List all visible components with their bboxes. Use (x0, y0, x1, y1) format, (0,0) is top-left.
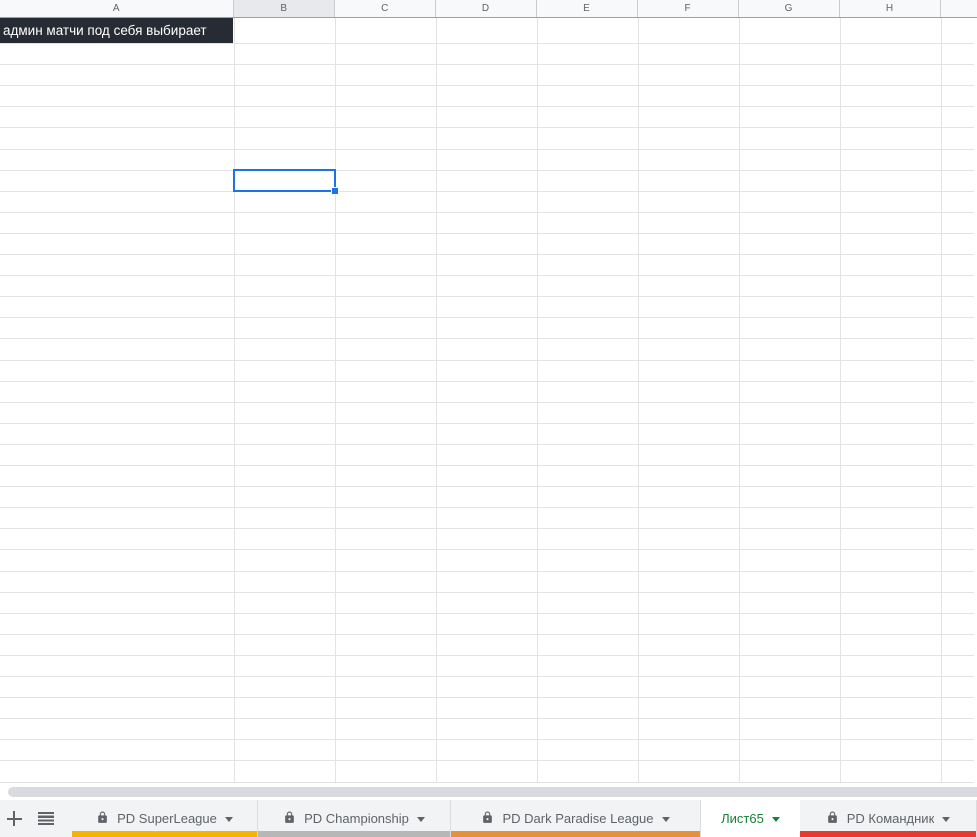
gridline-h (0, 338, 974, 340)
chevron-down-icon[interactable] (661, 817, 670, 822)
sheet-tab-4[interactable]: Лист65 (701, 800, 800, 837)
sheet-grid[interactable]: админ матчи под себя выбирает (0, 18, 977, 783)
sheet-tab-bar: PD SuperLeague PD Championship PD Dark Par… (0, 800, 977, 837)
sheet-tab-label: PD Championship (304, 811, 409, 826)
chevron-down-icon[interactable] (224, 817, 233, 822)
lock-icon (826, 810, 839, 828)
sheet-tab-3[interactable]: PD Dark Paradise League (451, 800, 701, 837)
gridline-h (0, 232, 974, 234)
gridline-h (0, 401, 974, 403)
gridline-h (0, 148, 974, 150)
gridline-h (0, 570, 974, 572)
gridline-v (435, 18, 437, 783)
gridline-h (0, 85, 974, 87)
sheet-tabs: PD SuperLeague PD Championship PD Dark Par… (72, 800, 977, 837)
gridline-h (0, 739, 974, 741)
lock-icon (481, 810, 494, 828)
gridline-v (738, 18, 740, 783)
gridline-h (0, 465, 974, 466)
gridline-h (0, 760, 974, 762)
gridline-h (0, 591, 974, 593)
sheet-list-icon (38, 812, 54, 825)
gridline-h (0, 612, 974, 614)
tab-color-bar (451, 831, 700, 837)
gridline-v (637, 18, 639, 783)
gridline-v (233, 18, 235, 783)
tab-color-bar (72, 831, 257, 837)
gridline-h (0, 697, 974, 699)
gridline-v (940, 18, 942, 783)
gridline-h (0, 380, 974, 382)
gridline-h (0, 254, 974, 255)
column-header-row: ABCDEFGH (0, 0, 977, 18)
gridline-h (0, 443, 974, 445)
column-header-partial (941, 0, 977, 17)
plus-icon (6, 811, 22, 826)
gridline-h (0, 169, 974, 171)
sheet-tab-1[interactable]: PD SuperLeague (72, 800, 258, 837)
tab-color-bar (258, 831, 450, 837)
gridline-h (0, 64, 974, 66)
gridline-h (0, 275, 974, 277)
add-sheet-button[interactable] (0, 800, 28, 837)
gridline-h (0, 296, 974, 298)
gridline-h (0, 676, 974, 677)
gridline-h (0, 486, 974, 488)
sheet-tab-label: PD Командник (846, 811, 935, 826)
gridline-h (0, 317, 974, 319)
spreadsheet-screen: ABCDEFGH админ матчи под себя выбирает P… (0, 0, 977, 837)
chevron-down-icon[interactable] (942, 817, 951, 822)
sheet-tab-label: Лист65 (721, 811, 764, 826)
sheet-tab-2[interactable]: PD Championship (258, 800, 451, 837)
gridline-h (0, 528, 974, 530)
column-header-h[interactable]: H (840, 0, 941, 17)
selected-cell[interactable] (232, 168, 339, 195)
gridline-h (0, 106, 974, 108)
gridline-h (0, 190, 974, 192)
sheet-tab-label: PD SuperLeague (117, 811, 217, 826)
lock-icon (283, 810, 296, 828)
gridline-h (0, 422, 974, 424)
sheet-tab-5[interactable]: PD Командник (800, 800, 977, 837)
sheet-tab-label: PD Dark Paradise League (502, 811, 654, 826)
chevron-down-icon[interactable] (771, 817, 780, 822)
column-header-f[interactable]: F (638, 0, 739, 17)
column-header-a[interactable]: A (0, 0, 234, 17)
gridline-h (0, 654, 974, 656)
gridline-v (536, 18, 538, 783)
column-header-g[interactable]: G (739, 0, 840, 17)
horizontal-scrollbar[interactable] (8, 787, 977, 797)
gridline-h (0, 633, 974, 635)
gridline-h (0, 507, 974, 509)
gridline-h (0, 549, 974, 551)
gridline-h (0, 359, 974, 361)
chevron-down-icon[interactable] (416, 817, 425, 822)
cell-a1[interactable]: админ матчи под себя выбирает (0, 18, 233, 43)
gridline-h (0, 211, 974, 213)
column-header-e[interactable]: E (537, 0, 638, 17)
tab-color-bar (800, 831, 976, 837)
column-header-c[interactable]: C (335, 0, 436, 17)
gridline-v (839, 18, 841, 783)
column-header-b[interactable]: B (233, 0, 335, 17)
lock-icon (96, 810, 109, 828)
fill-handle[interactable] (331, 186, 339, 195)
column-header-d[interactable]: D (436, 0, 537, 17)
gridline-h (0, 127, 974, 129)
gridline-h (0, 781, 974, 783)
gridline-v (335, 18, 336, 783)
all-sheets-button[interactable] (32, 800, 60, 837)
gridline-h (0, 43, 974, 44)
gridline-h (0, 718, 974, 720)
